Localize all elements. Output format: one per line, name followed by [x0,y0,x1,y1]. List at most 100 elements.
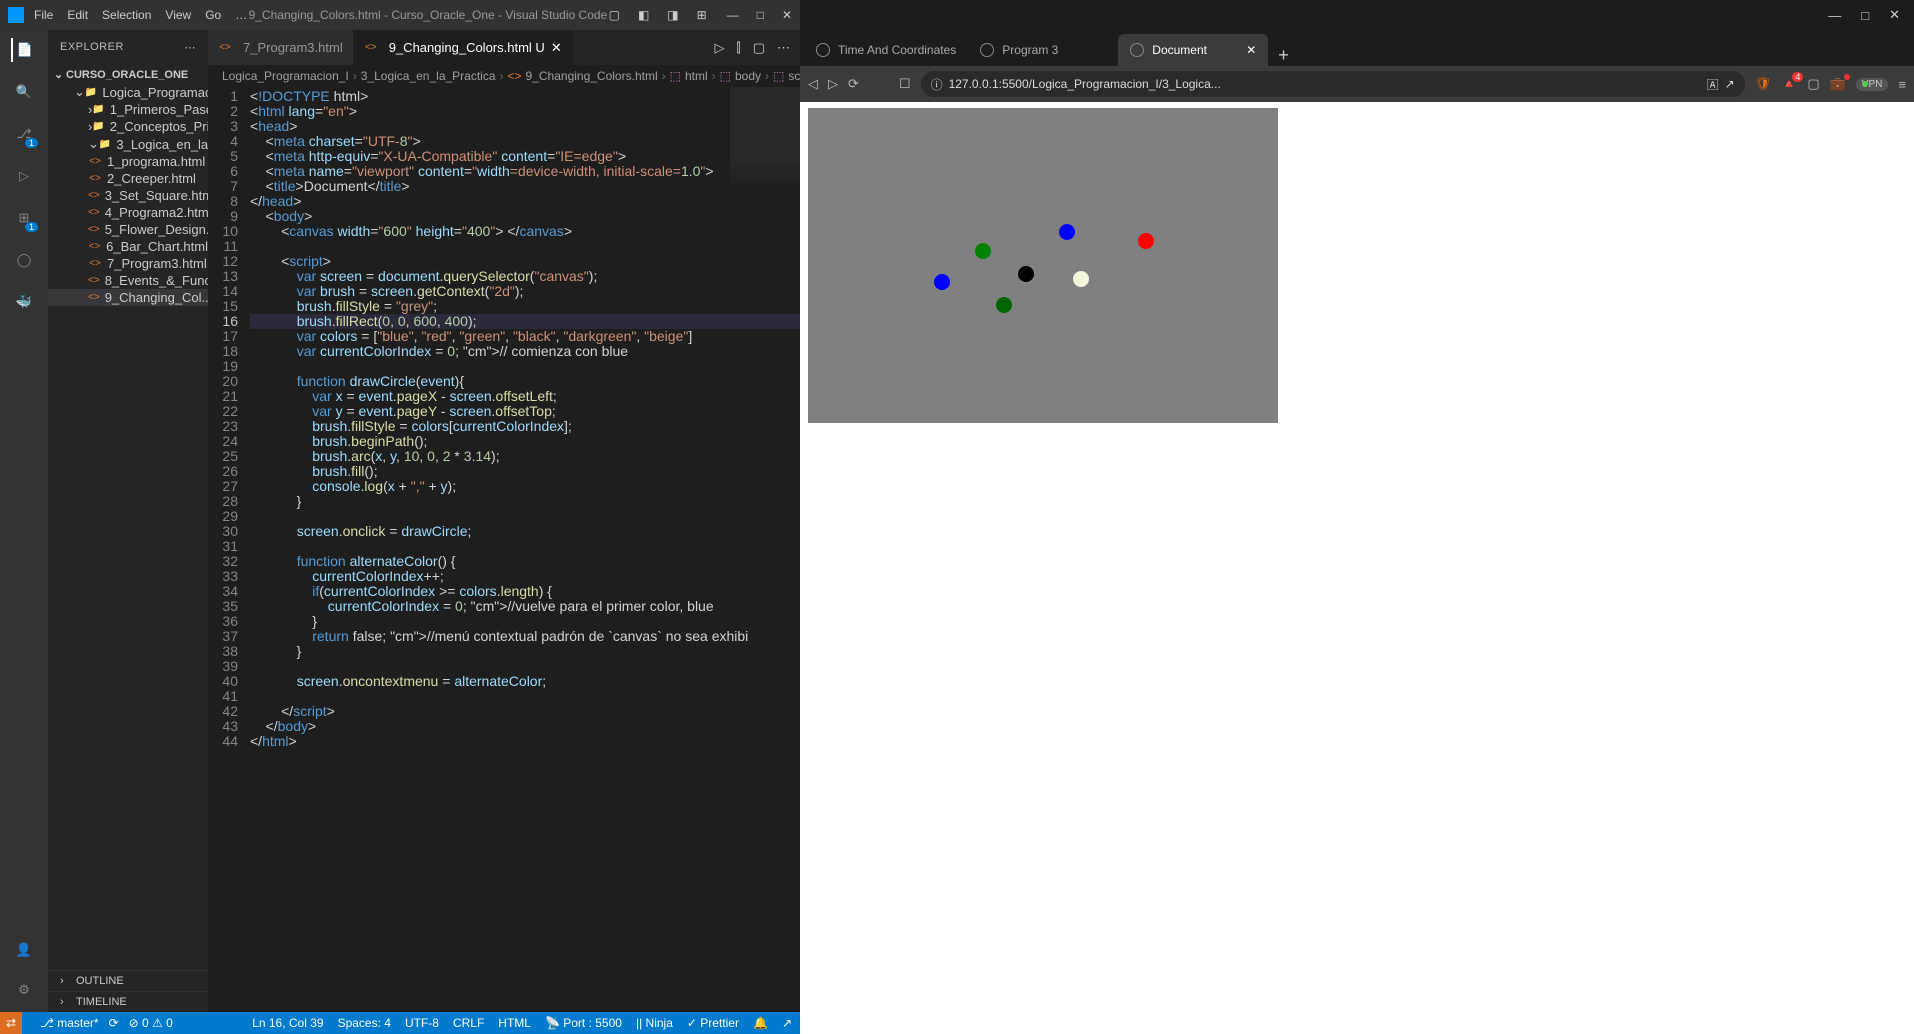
folder-root[interactable]: ⌄📁Logica_Programac...● [48,83,208,101]
folder-item[interactable]: ›📁1_Primeros_Pasos [48,101,208,118]
cursor-pos[interactable]: Ln 16, Col 39 [252,1016,323,1030]
menu-more[interactable]: … [235,8,247,22]
menu-file[interactable]: File [34,8,53,22]
file-item[interactable]: <>2_Creeper.html [48,170,208,187]
timeline-section[interactable]: ›TIMELINE [48,991,208,1012]
branch-status[interactable]: ⎇ master* [40,1016,99,1030]
folder-item[interactable]: ⌄📁3_Logica_en_la_P... [48,135,208,153]
canvas-area[interactable] [808,108,1278,423]
sync-icon[interactable]: ⟳ [109,1016,119,1030]
tab-label: 7_Program3.html [243,40,343,55]
file-item[interactable]: <>4_Programa2.html [48,204,208,221]
remote-icon[interactable]: ⇄ [0,1012,22,1034]
notifications-icon[interactable]: 🔺4 [1781,76,1797,92]
tab-close-icon[interactable]: ✕ [1246,43,1256,57]
folder-item[interactable]: ›📁2_Conceptos_Primordi... [48,118,208,135]
github-icon[interactable]: ◯ [12,248,36,272]
forward-icon[interactable]: ▷ [828,76,838,92]
outline-section[interactable]: ›OUTLINE [48,970,208,991]
vpn-chip[interactable]: VPN [1856,78,1889,91]
explorer-title: EXPLORER [60,41,124,53]
eol-status[interactable]: CRLF [453,1016,484,1030]
run-debug-icon[interactable]: ▷ [12,164,36,188]
menu-edit[interactable]: Edit [67,8,88,22]
ninja-status[interactable]: || Ninja [636,1016,673,1030]
breadcrumb-item[interactable]: script [788,69,800,83]
file-item[interactable]: <>7_Program3.html [48,255,208,272]
back-icon[interactable]: ◁ [808,76,818,92]
run-icon[interactable]: ▷ [715,40,725,56]
code-lines[interactable]: <!DOCTYPE html><html lang="en"><head> <m… [250,87,800,1012]
explorer-icon[interactable]: 📄 [11,38,35,62]
file-item[interactable]: <>3_Set_Square.html [48,187,208,204]
reload-icon[interactable]: ⟳ [848,76,859,92]
file-item-active[interactable]: <>9_Changing_Col... U [48,289,208,306]
browser-window: — □ ✕ Time And Coordinates Program 3 Doc… [800,0,1914,1034]
folder-label: 3_Logica_en_la_P... [116,137,208,152]
minimize-icon[interactable]: — [1828,8,1841,23]
accounts-icon[interactable]: 👤 [12,938,36,962]
liveserver-status[interactable]: 📡 Port : 5500 [545,1016,622,1030]
tab-label: 9_Changing_Colors.html U [389,40,545,55]
browser-tab[interactable]: Time And Coordinates [804,34,968,66]
menu-selection[interactable]: Selection [102,8,151,22]
encoding-status[interactable]: UTF-8 [405,1016,439,1030]
sidebar-icon[interactable]: ▢ [1807,76,1819,92]
menu-icon[interactable]: ≡ [1898,77,1906,92]
breadcrumb-item[interactable]: Logica_Programacion_I [222,69,349,83]
indent-status[interactable]: Spaces: 4 [338,1016,391,1030]
prettier-status[interactable]: ✓ Prettier [687,1016,739,1030]
settings-gear-icon[interactable]: ⚙ [12,978,36,1002]
breadcrumb-item[interactable]: 9_Changing_Colors.html [526,69,658,83]
site-info-icon[interactable]: ⓘ [931,76,943,93]
minimize-icon[interactable]: — [727,8,739,22]
editor-tab-active[interactable]: <>9_Changing_Colors.html U✕ [354,30,573,65]
close-icon[interactable]: ✕ [1889,7,1900,23]
lang-status[interactable]: HTML [498,1016,531,1030]
editor-tab[interactable]: <>7_Program3.html [208,30,354,65]
breadcrumb-item[interactable]: 3_Logica_en_la_Practica [361,69,496,83]
layout-icon[interactable]: ◨ [667,8,678,22]
page-content[interactable] [800,102,1914,1034]
file-item[interactable]: <>6_Bar_Chart.html [48,238,208,255]
browser-tab-active[interactable]: Document✕ [1118,34,1268,66]
source-control-icon[interactable]: ⎇1 [12,122,36,146]
problems-status[interactable]: ⊘ 0 ⚠ 0 [129,1016,173,1030]
url-bar[interactable]: ⓘ 127.0.0.1:5500/Logica_Programacion_I/3… [921,71,1745,97]
brave-shield-icon[interactable]: 🛡 [1755,76,1772,92]
minimap[interactable] [730,87,800,247]
breadcrumb-item[interactable]: body [735,69,761,83]
workspace-header[interactable]: ⌄CURSO_ORACLE_ONE [48,66,208,83]
bookmark-icon[interactable]: ☐ [899,76,911,92]
menu-go[interactable]: Go [205,8,221,22]
layout-icon[interactable]: ▢ [753,40,765,56]
file-item[interactable]: <>1_programa.html [48,153,208,170]
layout-icon[interactable]: ◧ [638,8,649,22]
tab-close-icon[interactable]: ✕ [551,40,562,56]
new-tab-button[interactable]: + [1268,45,1299,66]
explorer-more-icon[interactable]: ⋯ [185,41,197,54]
share-icon[interactable]: ↗ [1725,77,1735,91]
extensions-icon[interactable]: ⊞1 [12,206,36,230]
file-label: 5_Flower_Design.html [105,222,208,237]
breadcrumb-item[interactable]: html [685,69,708,83]
layout-icon[interactable]: ⊞ [697,8,707,22]
file-item[interactable]: <>5_Flower_Design.html [48,221,208,238]
browser-tab[interactable]: Program 3 [968,34,1118,66]
menu-view[interactable]: View [165,8,191,22]
maximize-icon[interactable]: □ [1861,8,1869,23]
breadcrumbs[interactable]: Logica_Programacion_I› 3_Logica_en_la_Pr… [208,65,800,87]
close-icon[interactable]: ✕ [782,8,792,22]
code-editor[interactable]: 1234567891011121314151617181920212223242… [208,87,800,1012]
maximize-icon[interactable]: □ [757,8,764,22]
more-icon[interactable]: ⋯ [777,40,790,56]
notifications-icon[interactable]: 🔔 [753,1016,768,1030]
wallet-icon[interactable]: 💼 [1830,76,1846,92]
translate-icon[interactable]: 🄰 [1707,76,1719,93]
search-icon[interactable]: 🔍 [12,80,36,104]
docker-icon[interactable]: 🐳 [12,290,36,314]
file-item[interactable]: <>8_Events_&_Function... [48,272,208,289]
feedback-icon[interactable]: ↗ [782,1016,792,1030]
layout-icon[interactable]: ▢ [609,8,620,22]
split-icon[interactable]: ⫿ [737,40,741,56]
